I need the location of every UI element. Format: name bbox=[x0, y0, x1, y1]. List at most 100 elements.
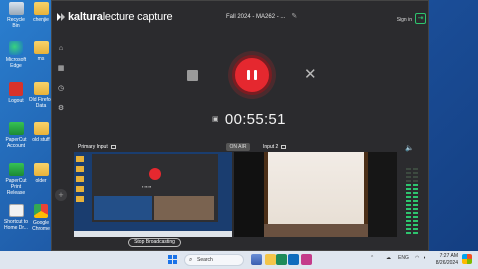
language-indicator[interactable]: ENG bbox=[398, 255, 409, 261]
pause-recording-button[interactable] bbox=[232, 55, 272, 95]
folder-icon bbox=[33, 122, 49, 135]
papercut-icon bbox=[8, 122, 24, 135]
folder-icon bbox=[33, 41, 49, 54]
mini-taskbar bbox=[74, 231, 232, 237]
mini-preview-2 bbox=[154, 196, 214, 220]
edge-browser-icon bbox=[9, 41, 23, 55]
meter-segment bbox=[406, 200, 411, 202]
task-view-icon[interactable] bbox=[251, 254, 262, 265]
desktop-icon-label: older bbox=[35, 178, 47, 184]
meter-row bbox=[406, 212, 420, 214]
clock-time: 7:27 AM bbox=[439, 253, 458, 259]
desktop-icon-recycle-bin[interactable]: Recycle Bin bbox=[3, 2, 29, 29]
meter-segment bbox=[413, 232, 418, 234]
meter-row bbox=[406, 232, 420, 234]
session-title[interactable]: Fall 2024 - MA262 - ... ✎ bbox=[226, 12, 297, 20]
desktop-icon-papercut-print-release[interactable]: PaperCut Print Release bbox=[3, 163, 29, 196]
search-icon: ⌕ bbox=[189, 257, 193, 263]
sign-in-icon[interactable]: ⇥ bbox=[415, 13, 426, 24]
meter-row bbox=[406, 168, 420, 170]
recording-timer: ▣ 00:55:51 bbox=[212, 111, 286, 128]
input2-preview[interactable] bbox=[234, 152, 397, 237]
outlook-icon[interactable] bbox=[288, 254, 299, 265]
meter-row bbox=[406, 188, 420, 190]
meter-row bbox=[406, 196, 420, 198]
wifi-icon[interactable]: ◠ bbox=[415, 255, 419, 261]
screen-base bbox=[264, 224, 368, 237]
mini-preview-1 bbox=[94, 196, 152, 220]
meter-segment bbox=[413, 200, 418, 202]
primary-input-preview[interactable]: ▪ ▪▪:▪▪ bbox=[74, 152, 232, 237]
input2-label: Input 2 bbox=[263, 144, 287, 150]
meter-segment bbox=[413, 188, 418, 190]
pencil-edit-icon[interactable]: ✎ bbox=[291, 12, 297, 20]
kaltura-taskbar-icon[interactable] bbox=[301, 254, 312, 265]
kaltura-lecture-capture-window: kalturalecture capture Fall 2024 - MA262… bbox=[51, 0, 429, 251]
kaltura-logo: kalturalecture capture bbox=[57, 11, 173, 23]
camera-icon bbox=[281, 145, 287, 149]
meter-segment bbox=[413, 216, 418, 218]
meter-segment bbox=[406, 220, 411, 222]
mini-timer: ▪ ▪▪:▪▪ bbox=[142, 184, 152, 189]
logo-text: lecture capture bbox=[102, 11, 173, 23]
document-icon bbox=[8, 204, 24, 217]
meter-segment bbox=[406, 196, 411, 198]
clock-date: 8/26/2024 bbox=[435, 260, 458, 266]
stop-broadcasting-button[interactable]: Stop Broadcasting bbox=[128, 238, 181, 247]
meter-segment bbox=[413, 168, 418, 170]
windows-start-icon[interactable] bbox=[168, 255, 178, 265]
meter-segment bbox=[413, 176, 418, 178]
desktop-icon-label: ms bbox=[37, 56, 45, 62]
folder-icon bbox=[33, 82, 49, 95]
meter-segment bbox=[406, 176, 411, 178]
input2-text: Input 2 bbox=[263, 144, 279, 150]
tray-up-arrow-icon[interactable]: ⌃ bbox=[370, 255, 374, 261]
taskbar-app-icon[interactable] bbox=[276, 254, 287, 265]
meter-segment bbox=[406, 188, 411, 190]
meter-segment bbox=[406, 232, 411, 234]
folder-icon bbox=[33, 163, 49, 176]
meter-segment bbox=[413, 208, 418, 210]
audio-level-meter bbox=[406, 168, 420, 236]
meter-segment bbox=[406, 228, 411, 230]
timer-text: 00:55:51 bbox=[224, 111, 286, 128]
meter-segment bbox=[406, 216, 411, 218]
add-input-button[interactable]: + bbox=[55, 189, 67, 201]
desktop-icon-logout[interactable]: Logout bbox=[3, 82, 29, 104]
meter-segment bbox=[406, 172, 411, 174]
meter-row bbox=[406, 228, 420, 230]
meter-row bbox=[406, 172, 420, 174]
copilot-icon[interactable] bbox=[462, 254, 472, 264]
desktop-icon-label: old stuff bbox=[32, 137, 50, 143]
speaker-volume-icon[interactable]: 🔈 bbox=[405, 144, 414, 152]
desktop-icon-papercut-account[interactable]: PaperCut Account bbox=[3, 122, 29, 149]
desktop-icon-label: Microsoft Edge bbox=[5, 57, 27, 69]
meter-segment bbox=[406, 224, 411, 226]
logo-text-bold: kaltura bbox=[68, 11, 103, 23]
meter-segment bbox=[406, 212, 411, 214]
folder-icon bbox=[33, 2, 49, 15]
volume-icon[interactable]: ◗ bbox=[423, 255, 426, 261]
desktop-icon-shortcut-home[interactable]: Shortcut to Home Dr... bbox=[3, 204, 29, 231]
desktop-icon-label: Logout bbox=[8, 98, 24, 104]
onedrive-icon[interactable]: ☁ bbox=[386, 255, 391, 261]
logout-icon bbox=[9, 82, 23, 96]
meter-segment bbox=[406, 204, 411, 206]
meter-row bbox=[406, 220, 420, 222]
taskbar-clock[interactable]: 7:27 AM 8/26/2024 bbox=[432, 253, 458, 267]
meter-row bbox=[406, 200, 420, 202]
meter-row bbox=[406, 204, 420, 206]
desktop-icon-label: PaperCut Print Release bbox=[5, 178, 27, 196]
kaltura-logo-icon bbox=[57, 13, 65, 21]
desktop-icon-label: PaperCut Account bbox=[5, 137, 27, 149]
on-air-badge: ON AIR bbox=[226, 143, 250, 151]
meter-segment bbox=[413, 224, 418, 226]
sign-in-link[interactable]: Sign in bbox=[397, 17, 412, 23]
stop-recording-button[interactable] bbox=[187, 70, 198, 81]
desktop-icon-edge[interactable]: Microsoft Edge bbox=[3, 41, 29, 69]
taskbar-search-box[interactable]: ⌕ Search bbox=[184, 254, 244, 266]
file-explorer-icon[interactable] bbox=[265, 254, 276, 265]
cancel-recording-button[interactable]: ✕ bbox=[304, 67, 317, 82]
meter-segment bbox=[406, 168, 411, 170]
recycle-bin-icon bbox=[8, 2, 24, 15]
